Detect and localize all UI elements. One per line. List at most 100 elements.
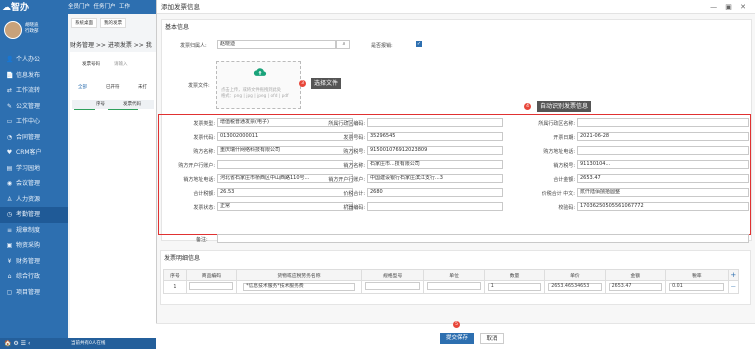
cell-tax-rate[interactable]: 0.01 <box>669 283 725 291</box>
sidebar-item[interactable]: ◔ 合同管理 <box>0 130 68 146</box>
sidebar-item[interactable]: ≡ 规章制度 <box>0 223 68 239</box>
col-tax-rate: 税率 <box>665 269 729 281</box>
sidebar-item[interactable]: ▢ 项目管理 <box>0 285 68 301</box>
field-input[interactable] <box>577 146 749 155</box>
subtab-unprinted[interactable]: 未打 <box>138 84 147 90</box>
avatar[interactable] <box>4 21 22 39</box>
file-icon: ✎ <box>6 102 13 110</box>
reimbursed-checkbox[interactable]: ✓ <box>416 41 422 47</box>
sidebar-item-label: 项目管理 <box>16 288 41 296</box>
window-controls[interactable]: — ▣ ✕ <box>710 0 749 14</box>
field-input[interactable] <box>367 118 503 127</box>
col-unit: 单位 <box>423 269 485 281</box>
sidebar-item-label: 会议管理 <box>16 180 41 187</box>
nav-portal-1[interactable]: 全员门户 <box>68 4 90 10</box>
field-label: 购方税号: <box>343 149 365 155</box>
upload-hint: 点击上传，或将文件拖拽到此处 格式：png | jpg | jpeg | ofd … <box>221 88 289 99</box>
sidebar-bottom-bar[interactable]: 🏠 ⚙ ☰ ‹ <box>0 338 68 349</box>
col-goods-name: 货物或应税劳务名称 <box>235 269 362 281</box>
project-icon: ▢ <box>6 288 13 296</box>
step-3-badge: 3 <box>299 80 306 87</box>
sidebar-item[interactable]: ♥ CRM客户 <box>0 145 68 161</box>
flow-icon: ⇄ <box>6 87 13 94</box>
sidebar-item-label: 规章制度 <box>16 226 41 234</box>
field-input[interactable]: 17036250505561067772 <box>577 202 749 211</box>
field-label: 购方名称: <box>193 149 215 155</box>
cell-quantity[interactable]: 1 <box>487 283 542 291</box>
cell-unit-price[interactable]: 2653.4653465​3 <box>548 283 602 291</box>
field-input[interactable]: 35296545 <box>367 132 503 141</box>
sidebar-item-label: CRM客户 <box>16 149 42 156</box>
field-label: 价税合计: <box>343 191 365 197</box>
file-label: 发票文件: <box>188 83 210 89</box>
field-input[interactable]: 贰仟陆佰捌拾圆整 <box>577 188 749 197</box>
meeting-icon: ◉ <box>6 180 13 187</box>
sidebar-item-label: 公文管理 <box>16 102 41 110</box>
tab-my-invoices[interactable]: 我的发票 <box>100 18 126 28</box>
online-status: 当前共有0人在线 <box>68 338 156 349</box>
field-label: 发票类型: <box>193 121 215 127</box>
subtab-all[interactable]: 全部 <box>78 84 87 90</box>
field-label: 所属行政区编码: <box>328 121 365 127</box>
cancel-button[interactable]: 取消 <box>480 333 504 344</box>
remove-row-button[interactable]: — <box>727 280 740 294</box>
field-label: 发票代码: <box>193 135 215 141</box>
crm-icon: ♥ <box>6 149 13 156</box>
applicant-label: 发票归属人: <box>180 43 207 49</box>
sidebar-item[interactable]: ◷ 考勤管理 <box>0 207 68 223</box>
filter-input[interactable]: 请输入 <box>114 61 128 67</box>
clock-icon: ◷ <box>6 211 13 218</box>
field-label: 销方地址电话: <box>183 177 215 183</box>
breadcrumb: 财务管理 >> 进项发票 >> 我 <box>70 42 152 49</box>
applicant-input[interactable]: 赵晓迪 <box>217 40 336 49</box>
cell-goods-name[interactable]: *信息技术服务*技术服务费 <box>243 283 355 291</box>
field-input[interactable]: 中国建设银行石家庄滨江支行...3 <box>367 174 503 183</box>
sidebar-item-label: 考勤管理 <box>16 211 41 218</box>
sidebar-item[interactable]: ¥ 财务管理 <box>0 254 68 270</box>
user-info: 胡晓迪 行政部 <box>25 23 39 34</box>
sidebar-item[interactable]: ✎ 公文管理 <box>0 99 68 115</box>
finance-icon: ¥ <box>7 257 12 265</box>
field-label: 销方开户行账户: <box>328 177 365 183</box>
sidebar-item[interactable]: ▣ 物资采购 <box>0 238 68 254</box>
field-input[interactable]: 9150010769120238​09 <box>367 146 503 155</box>
field-label: 机器编码: <box>343 205 365 211</box>
field-input[interactable]: 2021-06-28 <box>577 132 749 141</box>
sidebar-item-label: 工作中心 <box>16 118 41 125</box>
sidebar-item-label: 综合行政 <box>16 273 41 280</box>
field-label: 购方地址电话: <box>543 149 575 155</box>
field-input[interactable] <box>577 118 749 127</box>
subtab-issued[interactable]: 已开符 <box>106 84 120 90</box>
sidebar-item[interactable]: ⇄ 工作流转 <box>0 83 68 99</box>
dialog-title: 添加发票信息 <box>157 0 755 14</box>
field-input[interactable] <box>367 202 503 211</box>
field-input[interactable]: 2680 <box>367 188 503 197</box>
step-4-badge: 4 <box>524 103 531 110</box>
search-icon[interactable]: ⌕ <box>336 40 350 49</box>
file-upload-area[interactable]: 点击上传，或将文件拖拽到此处 格式：png | jpg | jpeg | ofd … <box>216 61 301 109</box>
add-row-button[interactable]: + <box>727 269 740 281</box>
submit-save-button[interactable]: 提交保存 <box>440 333 474 344</box>
sidebar-item[interactable]: ◉ 会议管理 <box>0 176 68 192</box>
cell-unit[interactable] <box>427 282 481 290</box>
rules-icon: ≡ <box>6 226 13 234</box>
admin-icon: ⌂ <box>7 273 12 280</box>
field-input[interactable]: 石家庄市...技有限公司 <box>367 160 503 169</box>
tab-desktop[interactable]: 系统桌面 <box>71 18 97 28</box>
field-input[interactable]: 91130104... <box>577 160 749 169</box>
sidebar-item[interactable]: 📄 信息发布 <box>0 68 68 84</box>
cell-amount[interactable]: 2653.47 <box>608 283 663 291</box>
sidebar-item[interactable]: ▭ 工作中心 <box>0 114 68 130</box>
sidebar-item[interactable]: ⌂ 综合行政 <box>0 269 68 285</box>
nav-portal-3[interactable]: 工作 <box>119 4 130 10</box>
sidebar-item[interactable]: ♙ 人力资源 <box>0 192 68 208</box>
sidebar-item[interactable]: 👤 个人办公 <box>0 52 68 68</box>
remark-input[interactable] <box>217 234 749 243</box>
field-input[interactable]: 2653.47 <box>577 174 749 183</box>
sidebar-item[interactable]: ▤ 学习园地 <box>0 161 68 177</box>
step-5-badge: 5 <box>453 321 460 328</box>
cell-spec[interactable] <box>364 282 421 290</box>
nav-portal-2[interactable]: 任务门户 <box>94 4 116 10</box>
cell-product-code[interactable] <box>189 282 234 290</box>
field-label: 合计税额: <box>193 191 215 197</box>
